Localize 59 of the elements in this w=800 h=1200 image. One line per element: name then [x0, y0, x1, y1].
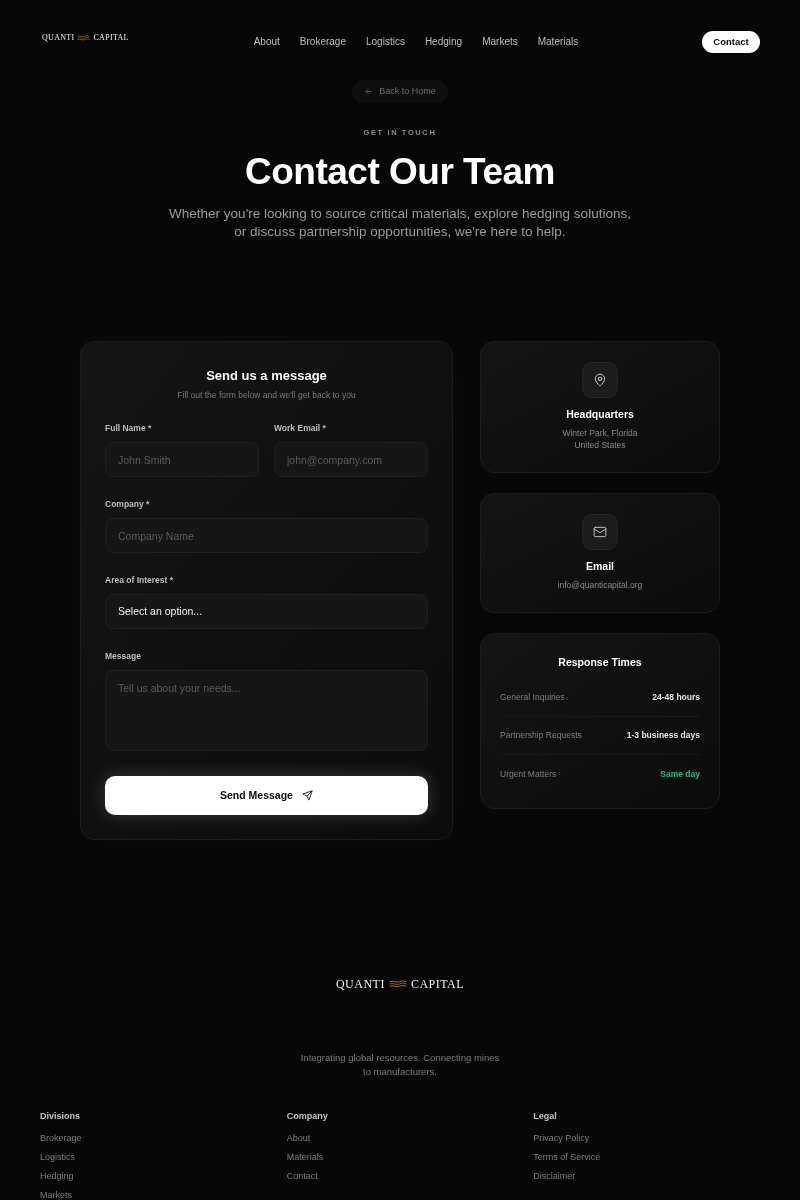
footer-link[interactable]: About	[286, 1132, 311, 1144]
footer-link[interactable]: Disclaimer	[533, 1170, 576, 1182]
footer-link[interactable]: Brokerage	[40, 1132, 82, 1144]
contact-button[interactable]: Contact	[702, 31, 760, 53]
response-time: 24-48 hours	[652, 691, 700, 704]
footer-tagline: Integrating global resources. Connecting mines to manufacturers.	[300, 1051, 500, 1079]
logo-text: CAPITAL	[410, 977, 465, 991]
footer-link[interactable]: Terms of Service	[533, 1151, 601, 1163]
field-label: Area of Interest *	[105, 574, 175, 586]
footer-link[interactable]: Contact	[286, 1170, 318, 1182]
response-category: General Inquiries	[500, 691, 565, 704]
back-link[interactable]: Back to Home	[352, 80, 448, 103]
page-subtitle: Whether you're looking to source critical materials, explore hedging solutions, or discuss partnership opportunities, we're here to help.	[168, 205, 632, 241]
field-label: Work Email *	[274, 422, 327, 434]
nav-link[interactable]: Brokerage	[299, 36, 346, 48]
logo-icon	[77, 35, 91, 41]
response-category: Urgent Matters	[500, 767, 557, 781]
form-title: Send us a message	[205, 368, 328, 384]
footer-link[interactable]: Logistics	[40, 1151, 75, 1163]
map-pin-icon	[582, 362, 618, 398]
form-subtitle: Fill out the form below and we'll get back to you	[176, 389, 357, 401]
response-time: Same day	[660, 767, 700, 781]
text-input[interactable]: Company Name	[105, 518, 428, 553]
footer-link[interactable]: Hedging	[40, 1170, 74, 1182]
message-textarea[interactable]: Tell us about your needs...	[105, 670, 428, 751]
select-field[interactable]: Select an option...	[105, 594, 428, 629]
field-label: Full Name *	[105, 422, 153, 434]
logo-text: QUANTI	[42, 33, 75, 43]
logo-text: CAPITAL	[93, 33, 129, 43]
footer-heading: Company	[286, 1110, 328, 1123]
card-text: United States	[574, 439, 626, 451]
nav-link[interactable]: Hedging	[424, 36, 463, 48]
footer-heading: Divisions	[40, 1110, 80, 1123]
text-input[interactable]: John Smith	[105, 442, 259, 477]
response-category: Partnership Requests	[500, 729, 582, 742]
card-title: Headquarters	[566, 407, 634, 421]
text-input[interactable]: john@company.com	[274, 442, 428, 477]
send-message-button[interactable]: Send Message	[105, 776, 428, 815]
nav-link[interactable]: Markets	[482, 36, 518, 48]
footer-link[interactable]: Privacy Policy	[533, 1132, 590, 1144]
card-title: Email	[586, 559, 614, 573]
footer-link[interactable]: Materials	[286, 1151, 324, 1163]
response-time: 1-3 business days	[626, 729, 700, 742]
send-icon	[301, 790, 313, 801]
footer-link[interactable]: Markets	[40, 1189, 72, 1200]
card-text: Winter Park, Florida	[562, 427, 638, 439]
footer-heading: Legal	[533, 1110, 557, 1123]
arrow-left-icon	[364, 87, 374, 96]
field-label: Company *	[105, 498, 151, 510]
mail-icon	[582, 514, 618, 550]
nav-link[interactable]: Materials	[537, 36, 579, 48]
card-title: Response Times	[557, 655, 643, 669]
card-text: info@quanticapital.org	[557, 579, 643, 591]
field-label: Message	[105, 650, 142, 662]
nav-link[interactable]: About	[253, 36, 280, 48]
logo-icon	[388, 980, 407, 988]
logo-text: QUANTI	[335, 977, 385, 991]
page-title: Contact Our Team	[245, 150, 555, 194]
nav-link[interactable]: Logistics	[366, 36, 405, 48]
